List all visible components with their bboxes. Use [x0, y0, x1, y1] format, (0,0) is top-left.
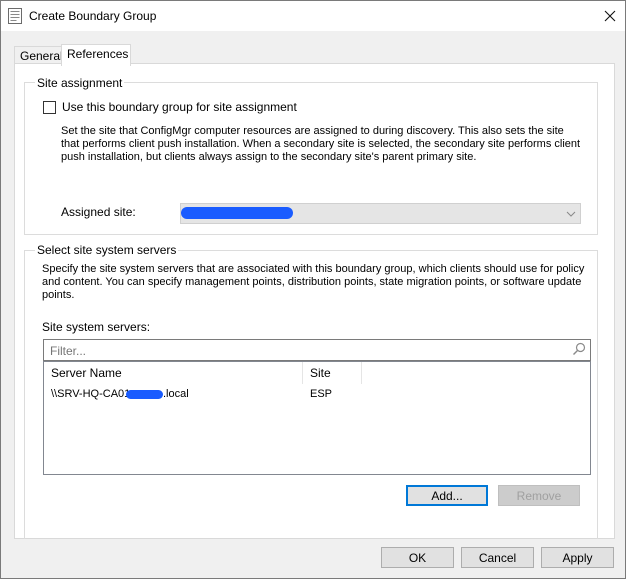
site-assignment-checkbox[interactable] — [43, 101, 56, 114]
assigned-site-dropdown[interactable] — [180, 203, 581, 224]
servers-list[interactable]: Server Name Site \\SRV-HQ-CA01 .local ES… — [43, 361, 591, 475]
cancel-button[interactable]: Cancel — [461, 547, 534, 568]
tab-references-label: References — [67, 47, 129, 61]
tab-references[interactable]: References — [61, 44, 131, 66]
site-assignment-group-label: Site assignment — [35, 76, 125, 90]
redaction-mark — [126, 390, 163, 399]
add-button[interactable]: Add... — [406, 485, 488, 506]
server-name-prefix: \\SRV-HQ-CA01 — [51, 388, 131, 400]
app-icon — [8, 8, 22, 24]
apply-button[interactable]: Apply — [541, 547, 614, 568]
redaction-mark — [181, 207, 293, 219]
table-row[interactable]: \\SRV-HQ-CA01 .local ESP — [44, 386, 588, 404]
remove-button[interactable]: Remove — [498, 485, 580, 506]
tab-panel-references: Site assignment Use this boundary group … — [14, 63, 615, 539]
filter-input[interactable] — [48, 343, 552, 359]
column-header-server-name[interactable]: Server Name — [44, 362, 303, 384]
ok-button[interactable]: OK — [381, 547, 454, 568]
server-site-cell: ESP — [310, 388, 333, 400]
window-title: Create Boundary Group — [29, 9, 157, 23]
search-icon[interactable] — [572, 342, 586, 359]
tab-general-label: General — [20, 49, 63, 63]
site-system-servers-label: Site system servers: — [42, 320, 151, 334]
site-system-description: Specify the site system servers that are… — [42, 263, 585, 301]
chevron-down-icon — [566, 208, 576, 222]
close-icon[interactable] — [595, 1, 625, 31]
site-system-group-label: Select site system servers — [35, 243, 179, 257]
site-assignment-description: Set the site that ConfigMgr computer res… — [61, 125, 581, 163]
column-header-site[interactable]: Site — [303, 362, 362, 384]
server-name-suffix: .local — [163, 388, 189, 400]
site-assignment-checkbox-label[interactable]: Use this boundary group for site assignm… — [62, 101, 297, 114]
assigned-site-label: Assigned site: — [61, 205, 136, 219]
dialog-window: Create Boundary Group General References… — [0, 0, 626, 579]
filter-box[interactable] — [43, 339, 591, 361]
title-bar[interactable]: Create Boundary Group — [1, 1, 625, 31]
